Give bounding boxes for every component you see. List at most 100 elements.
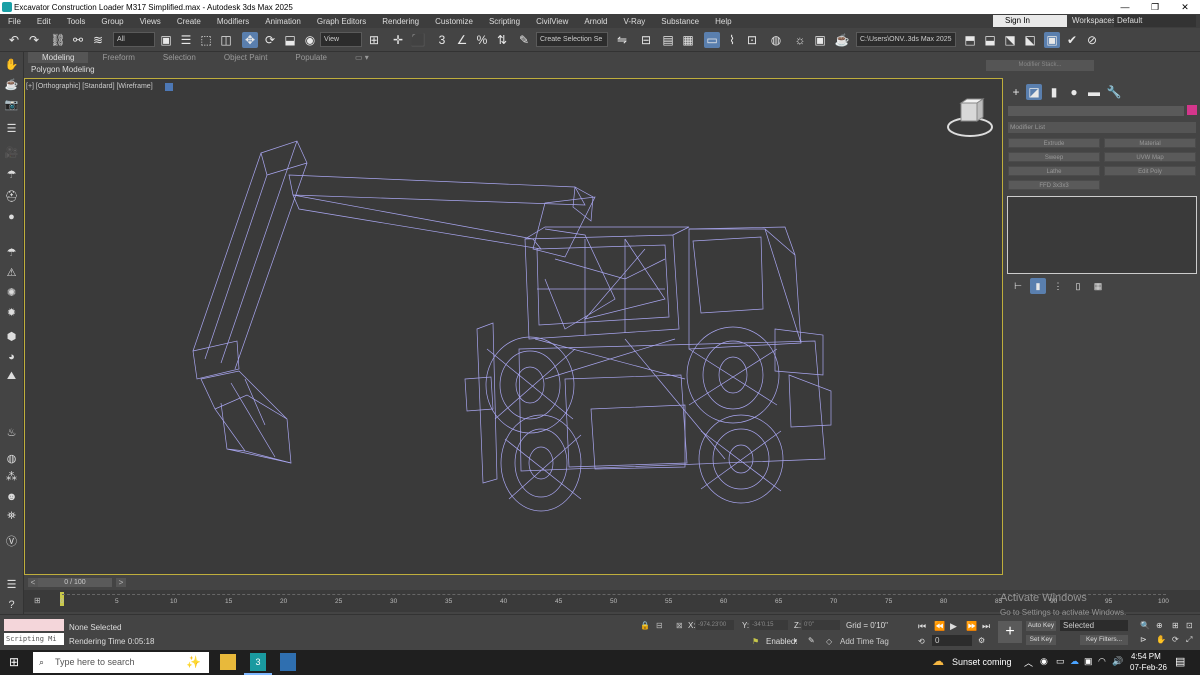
undo-icon[interactable]: ↶	[6, 32, 22, 48]
set-key-icon[interactable]: +	[998, 621, 1022, 643]
current-frame-field[interactable]: 0	[932, 635, 972, 646]
help-icon[interactable]: ?	[3, 596, 20, 613]
curve-editor-icon[interactable]: ⌇	[724, 32, 740, 48]
sky-light-icon[interactable]: ✹	[3, 304, 20, 321]
make-unique-icon[interactable]: ⋮	[1050, 278, 1066, 294]
enabled-toggle-icon[interactable]: ◐	[794, 636, 799, 645]
angle-snap-icon[interactable]: ∠	[454, 32, 470, 48]
pivot-center-icon[interactable]: ⊞	[366, 32, 382, 48]
menu-create[interactable]: Create	[169, 17, 209, 26]
redo-icon[interactable]: ↷	[26, 32, 42, 48]
tab-freeform[interactable]: Freeform	[88, 52, 148, 63]
fov-icon[interactable]: ⊳	[1140, 635, 1147, 644]
ribbon-options-icon[interactable]: ▭ ▾	[341, 52, 383, 63]
sun-icon[interactable]: ✺	[3, 284, 20, 301]
layers-icon[interactable]: ☰	[3, 120, 20, 137]
hierarchy-tab-icon[interactable]: ▮	[1046, 84, 1062, 100]
menu-arnold[interactable]: Arnold	[576, 17, 615, 26]
next-key-icon[interactable]: ⏩	[966, 621, 977, 632]
video-camera-icon[interactable]: 🎥	[3, 144, 20, 161]
time-tag-icon[interactable]: ◇	[826, 637, 832, 646]
select-rotate-icon[interactable]: ⟳	[262, 32, 278, 48]
time-slider-thumb[interactable]: 0 / 100	[38, 578, 112, 587]
show-end-result-icon[interactable]: ▮	[1030, 278, 1046, 294]
bind-space-warp-icon[interactable]: ≋	[90, 32, 106, 48]
onedrive-icon[interactable]: ☁	[1070, 656, 1079, 667]
mountain-icon[interactable]: ⛰	[3, 368, 20, 385]
globe-icon[interactable]: ◕	[3, 348, 20, 365]
weather-text[interactable]: Sunset coming	[952, 657, 1012, 667]
uvw-map-button[interactable]: UVW Map	[1104, 152, 1196, 162]
edit-named-selection-icon[interactable]: ✎	[516, 32, 532, 48]
display-icon[interactable]: ▣	[1084, 656, 1093, 667]
clock-time[interactable]: 4:54 PM	[1131, 652, 1161, 661]
menu-views[interactable]: Views	[132, 17, 169, 26]
scene-explorer-icon[interactable]: ▤	[660, 32, 676, 48]
listener-icon[interactable]: ☰	[3, 576, 20, 593]
box-icon[interactable]: ⬢	[3, 328, 20, 345]
set-key-button[interactable]: Set Key	[1026, 635, 1056, 645]
y-coordinate[interactable]: -34'0.15	[750, 620, 788, 630]
key-filters-button[interactable]: Key Filters...	[1080, 635, 1128, 645]
zoom-icon[interactable]: 🔍	[1140, 621, 1150, 630]
menu-scripting[interactable]: Scripting	[481, 17, 528, 26]
auto-key-button[interactable]: Auto Key	[1026, 621, 1056, 631]
scene-states-icon[interactable]: ▣	[1044, 32, 1060, 48]
minimize-button[interactable]: —	[1110, 0, 1140, 14]
play-icon[interactable]: ▶	[950, 621, 957, 632]
menu-civilview[interactable]: CivilView	[528, 17, 576, 26]
helmet-icon[interactable]: ⛑	[3, 188, 20, 205]
tab-object-paint[interactable]: Object Paint	[210, 52, 282, 63]
menu-customize[interactable]: Customize	[427, 17, 481, 26]
orbit-icon[interactable]: ⟳	[1172, 635, 1179, 644]
material-button[interactable]: Material	[1104, 138, 1196, 148]
selection-filter-dropdown[interactable]: All	[113, 32, 155, 47]
key-mode-icon[interactable]: ⟲	[918, 637, 925, 646]
notifications-icon[interactable]: ▤	[1175, 655, 1185, 668]
clock-date[interactable]: 07-Feb-26	[1130, 663, 1167, 672]
zoom-extents-icon[interactable]: ⊞	[1172, 621, 1179, 630]
menu-substance[interactable]: Substance	[653, 17, 707, 26]
maxscript-listener-pink[interactable]	[4, 619, 64, 631]
layer-explorer-icon[interactable]: ▦	[680, 32, 696, 48]
absolute-mode-icon[interactable]: ⊠	[676, 621, 683, 630]
fire-icon[interactable]: ♨	[3, 424, 20, 441]
menu-group[interactable]: Group	[93, 17, 131, 26]
x-coordinate[interactable]: -974.23'00	[696, 620, 734, 630]
menu-tools[interactable]: Tools	[59, 17, 94, 26]
toggle-ribbon-icon[interactable]: ▭	[704, 32, 720, 48]
modifier-stack[interactable]	[1007, 196, 1197, 274]
menu-animation[interactable]: Animation	[257, 17, 309, 26]
vray-icon[interactable]: Ⓥ	[3, 532, 20, 549]
menu-edit[interactable]: Edit	[29, 17, 59, 26]
place-icon[interactable]: ◉	[302, 32, 318, 48]
prev-frame-icon[interactable]: <	[28, 578, 38, 587]
tab-populate[interactable]: Populate	[281, 52, 341, 63]
teapot-icon[interactable]: ☕	[3, 76, 20, 93]
material-editor-icon[interactable]: ◍	[768, 32, 784, 48]
rendered-frame-window-icon[interactable]: ▣	[812, 32, 828, 48]
ball-icon[interactable]: ◍	[3, 450, 20, 467]
light-icon[interactable]: ☂	[3, 166, 20, 183]
reference-coord-dropdown[interactable]: View	[320, 32, 362, 47]
add-time-tag[interactable]: Add Time Tag	[840, 637, 889, 646]
open-project-icon[interactable]: ⬓	[982, 32, 998, 48]
menu-help[interactable]: Help	[707, 17, 739, 26]
people-icon[interactable]: ☻	[3, 488, 20, 505]
lock-selection-icon[interactable]: 🔒	[640, 621, 650, 630]
camera-icon[interactable]: 📷	[3, 96, 20, 113]
maxscript-mini-listener[interactable]: Scripting Mi	[4, 633, 64, 645]
project-folder-dropdown[interactable]: C:\Users\ONV..3ds Max 2025	[856, 32, 956, 47]
viewport[interactable]: [+] [Orthographic] [Standard] [Wireframe…	[24, 78, 1003, 575]
tab-modeling[interactable]: Modeling	[28, 52, 89, 63]
polygon-modeling-label[interactable]: Polygon Modeling	[31, 65, 95, 74]
maximize-button[interactable]: ❐	[1140, 0, 1170, 14]
select-move-icon[interactable]: ✥	[242, 32, 258, 48]
tray-overflow-icon[interactable]: ︿	[1024, 656, 1033, 669]
select-by-name-icon[interactable]: ☰	[178, 32, 194, 48]
configure-sets-icon[interactable]: ▦	[1090, 278, 1106, 294]
utilities-tab-icon[interactable]: 🔧	[1106, 84, 1122, 100]
mirror-icon[interactable]: ⇋	[614, 32, 630, 48]
lathe-button[interactable]: Lathe	[1008, 166, 1100, 176]
maximize-viewport-icon[interactable]: ⤢	[1186, 635, 1192, 645]
